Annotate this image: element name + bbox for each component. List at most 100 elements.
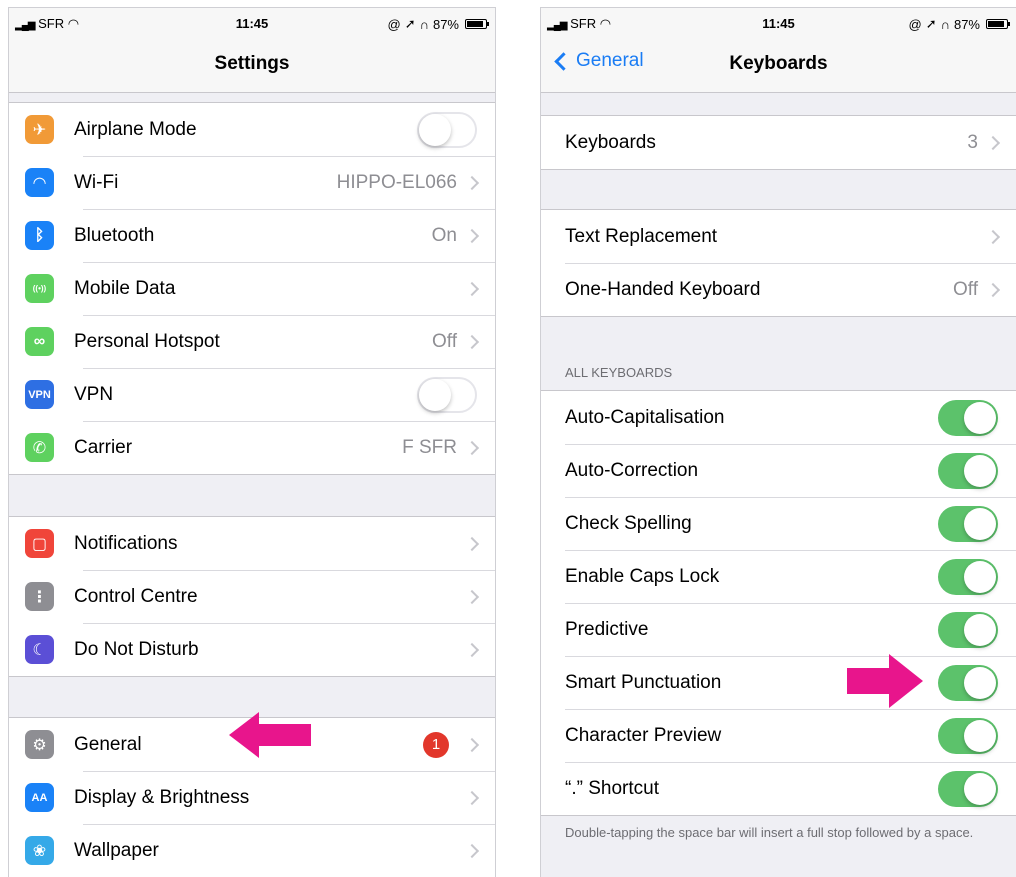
- row-value: Off: [953, 278, 978, 300]
- settings-group-system: ▢ Notifications ⋮ Control Centre ☾ Do Not Dis…: [9, 516, 495, 677]
- toggle-knob: [964, 560, 996, 593]
- toggle-knob: [964, 666, 996, 699]
- keyboards-group: Keyboards 3: [541, 115, 1016, 170]
- row-label: Wi-Fi: [74, 171, 119, 193]
- notification-badge: 1: [423, 731, 449, 758]
- toggle-knob: [964, 772, 996, 805]
- chevron-right-icon: [464, 843, 480, 858]
- row-label: Notifications: [74, 532, 178, 554]
- row-label: Airplane Mode: [74, 118, 197, 140]
- battery-percent: 87%: [432, 16, 459, 32]
- toggle-switch[interactable]: [417, 376, 477, 413]
- row-label: Predictive: [565, 618, 649, 640]
- row-enable-caps-lock[interactable]: Enable Caps Lock: [541, 550, 1016, 603]
- row-label: One-Handed Keyboard: [565, 278, 761, 300]
- settings-group-connectivity: ✈ Airplane Mode ◠ Wi-Fi HIPPO-EL066 ᛒ Bluetoot…: [9, 102, 495, 475]
- row-airplane[interactable]: ✈ Airplane Mode: [9, 103, 495, 156]
- row-character-preview[interactable]: Character Preview: [541, 709, 1016, 762]
- settings-screen: ▂▄▆ SFR ◠ 11:45 @ ➚ ∩ 87% Settings ✈ Airplan…: [8, 7, 496, 877]
- row-bluetooth[interactable]: ᛒ Bluetooth On: [9, 209, 495, 262]
- row-do-not-disturb[interactable]: ☾ Do Not Disturb: [9, 623, 495, 676]
- row-keyboards[interactable]: Keyboards 3: [541, 116, 1016, 169]
- nav-bar: General Keyboards: [541, 38, 1016, 93]
- toggle-knob: [419, 378, 451, 411]
- phone-icon: ✆: [25, 433, 54, 462]
- row-wallpaper[interactable]: ❀ Wallpaper: [9, 824, 495, 877]
- chevron-right-icon: [464, 440, 480, 455]
- status-right: @ ➚ ∩ 87%: [388, 16, 489, 32]
- chevron-right-icon: [464, 642, 480, 657]
- row-one-handed[interactable]: One-Handed Keyboard Off: [541, 263, 1016, 316]
- row-label: Character Preview: [565, 724, 722, 746]
- chevron-right-icon: [464, 589, 480, 604]
- all-keyboards-group: Auto-Capitalisation Auto-Correction Check …: [541, 390, 1016, 816]
- row-vpn[interactable]: VPN VPN: [9, 368, 495, 421]
- vpn-icon: VPN: [25, 380, 54, 409]
- lock-rotation-icon: @: [908, 16, 922, 32]
- row-smart-punctuation[interactable]: Smart Punctuation: [541, 656, 1016, 709]
- row-control-centre[interactable]: ⋮ Control Centre: [9, 570, 495, 623]
- pointer-arrow-left: [229, 712, 311, 758]
- wifi-icon: ◠: [25, 168, 54, 197]
- row-predictive[interactable]: Predictive: [541, 603, 1016, 656]
- row-label: Auto-Correction: [565, 459, 699, 481]
- airplane-icon: ✈: [25, 115, 54, 144]
- toggle-switch[interactable]: [938, 717, 998, 754]
- toggle-knob: [964, 719, 996, 752]
- nav-bar: Settings: [9, 38, 495, 93]
- row-notifications[interactable]: ▢ Notifications: [9, 517, 495, 570]
- row-auto-capitalisation[interactable]: Auto-Capitalisation: [541, 391, 1016, 444]
- toggle-knob: [964, 507, 996, 540]
- row-label: Mobile Data: [74, 277, 176, 299]
- gear-icon: ⚙: [25, 730, 54, 759]
- moon-icon: ☾: [25, 635, 54, 664]
- page-title: Settings: [214, 53, 290, 74]
- hotspot-icon: ∞: [25, 327, 54, 356]
- row-label: Control Centre: [74, 585, 198, 607]
- row-check-spelling[interactable]: Check Spelling: [541, 497, 1016, 550]
- row-period-shortcut[interactable]: “.” Shortcut: [541, 762, 1016, 815]
- row-wifi[interactable]: ◠ Wi-Fi HIPPO-EL066: [9, 156, 495, 209]
- toggle-switch[interactable]: [417, 111, 477, 148]
- shortcut-footer-text: Double-tapping the space bar will insert…: [565, 825, 974, 840]
- toggle-switch[interactable]: [938, 452, 998, 489]
- location-icon: ➚: [925, 16, 937, 31]
- toggle-switch[interactable]: [938, 505, 998, 542]
- notifications-icon: ▢: [25, 529, 54, 558]
- toggle-knob: [964, 454, 996, 487]
- row-value: F SFR: [402, 436, 457, 458]
- row-label: VPN: [74, 383, 114, 405]
- toggle-switch[interactable]: [938, 399, 998, 436]
- row-value: HIPPO-EL066: [336, 171, 457, 193]
- headphones-icon: ∩: [940, 16, 950, 32]
- row-label: Wallpaper: [74, 839, 159, 861]
- battery-percent: 87%: [953, 16, 980, 32]
- row-auto-correction[interactable]: Auto-Correction: [541, 444, 1016, 497]
- row-label: “.” Shortcut: [565, 777, 659, 799]
- row-text-replacement[interactable]: Text Replacement: [541, 210, 1016, 263]
- switches-icon: ⋮: [25, 582, 54, 611]
- row-label: Check Spelling: [565, 512, 692, 534]
- toggle-switch[interactable]: [938, 611, 998, 648]
- location-icon: ➚: [404, 16, 416, 31]
- chevron-right-icon: [464, 281, 480, 296]
- row-display[interactable]: AA Display & Brightness: [9, 771, 495, 824]
- toggle-switch[interactable]: [938, 664, 998, 701]
- battery-icon: [465, 19, 489, 29]
- chevron-right-icon: [464, 536, 480, 551]
- chevron-right-icon: [464, 334, 480, 349]
- row-hotspot[interactable]: ∞ Personal Hotspot Off: [9, 315, 495, 368]
- toggle-switch[interactable]: [938, 770, 998, 807]
- antenna-icon: ((•)): [25, 274, 54, 303]
- section-header-all-keyboards: ALL KEYBOARDS: [565, 365, 673, 380]
- row-label: Display & Brightness: [74, 786, 250, 808]
- row-label: Keyboards: [565, 131, 656, 153]
- chevron-right-icon: [985, 282, 1001, 297]
- row-value: 3: [967, 131, 978, 153]
- toggle-knob: [964, 401, 996, 434]
- row-label: Personal Hotspot: [74, 330, 220, 352]
- row-carrier[interactable]: ✆ Carrier F SFR: [9, 421, 495, 474]
- toggle-switch[interactable]: [938, 558, 998, 595]
- row-mobile-data[interactable]: ((•)) Mobile Data: [9, 262, 495, 315]
- row-label: Auto-Capitalisation: [565, 406, 725, 428]
